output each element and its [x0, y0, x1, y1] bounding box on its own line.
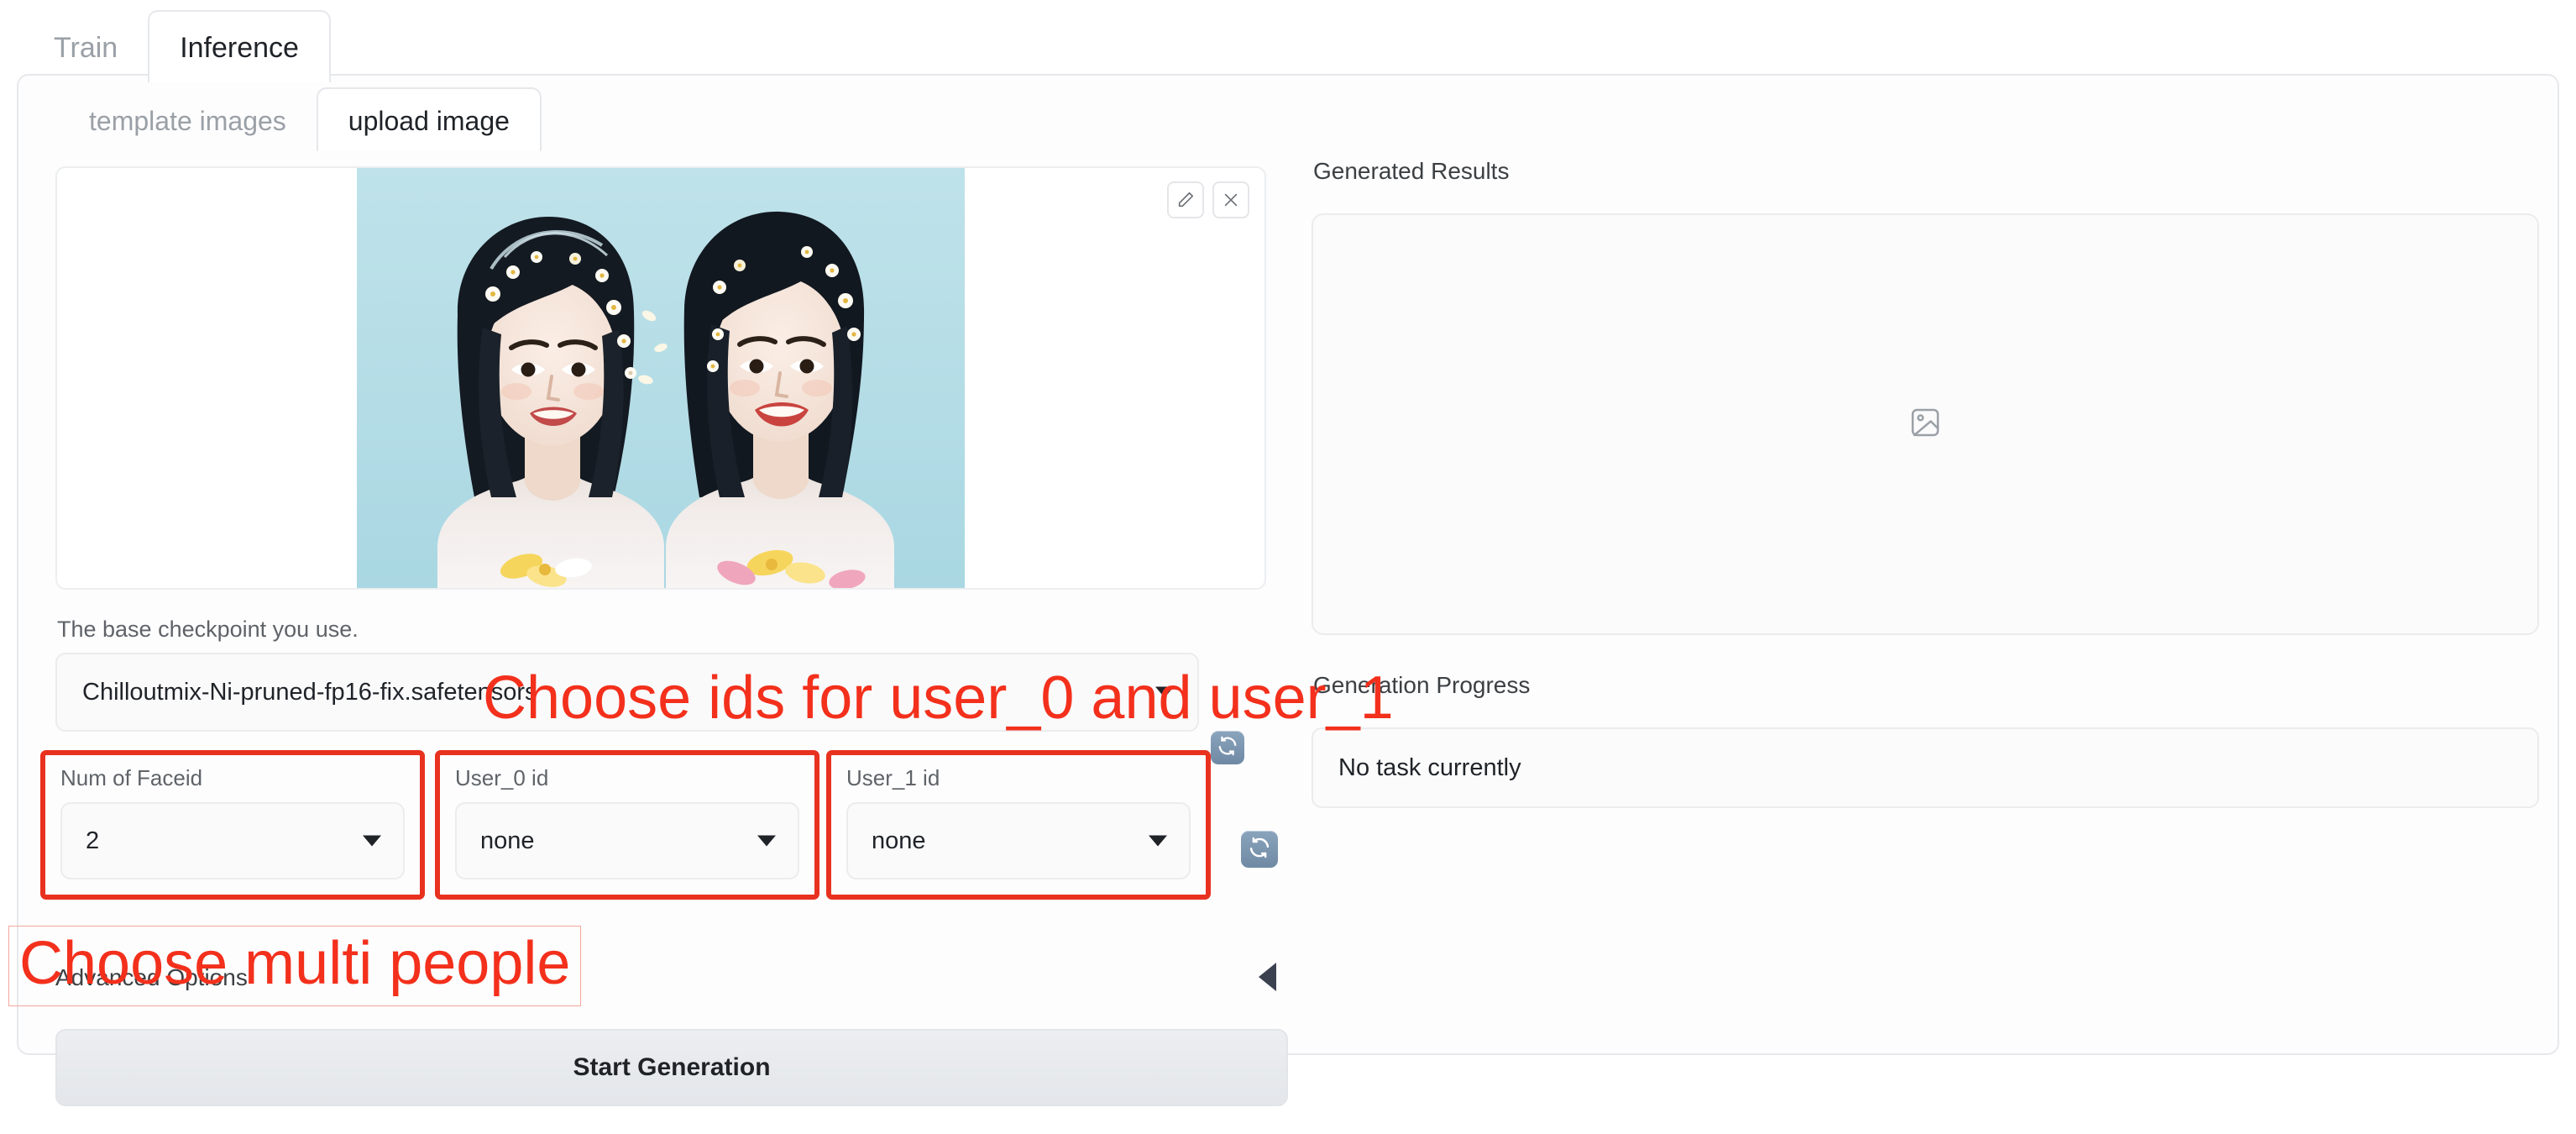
num-faceid-label: Num of Faceid	[60, 765, 203, 790]
user0-label: User_0 id	[455, 765, 549, 790]
chevron-down-icon	[363, 835, 381, 847]
generated-results-label: Generated Results	[1313, 158, 1510, 184]
inference-panel: template images upload image The base ch…	[17, 74, 2559, 1106]
close-icon	[1222, 191, 1240, 209]
faceid-row: Num of Faceid 2 User_0 id none User_1 id	[40, 750, 1290, 901]
annotation-choose-ids: Choose ids for user_0 and user_1	[483, 664, 1394, 732]
chevron-down-icon	[757, 835, 776, 847]
num-faceid-highlight: Num of Faceid 2	[40, 750, 425, 900]
tab-inference[interactable]: Inference	[148, 10, 331, 82]
upload-mode-tab-bar: template images upload image	[59, 87, 542, 151]
refresh-ids-button[interactable]	[1241, 831, 1278, 868]
user0-dropdown[interactable]: none	[455, 802, 799, 879]
refresh-icon	[1217, 735, 1238, 761]
app-root: Train Inference template images upload i…	[0, 0, 2576, 1134]
remove-image-button[interactable]	[1212, 181, 1249, 218]
generated-results-gallery[interactable]	[1312, 213, 2539, 635]
generation-progress-label: Generation Progress	[1313, 672, 1531, 698]
start-generation-button[interactable]: Start Generation	[55, 1029, 1288, 1106]
user0-value: none	[480, 827, 535, 854]
triangle-left-icon[interactable]	[1259, 963, 1276, 991]
refresh-icon	[1248, 836, 1271, 864]
edit-image-button[interactable]	[1167, 181, 1204, 218]
pencil-icon	[1176, 191, 1195, 209]
image-placeholder-icon	[1908, 406, 1942, 444]
num-faceid-value: 2	[86, 827, 100, 854]
uploaded-image-container[interactable]	[55, 166, 1266, 590]
main-tab-bar: Train Inference	[0, 0, 2576, 82]
annotation-choose-multi-people: Choose multi people	[8, 926, 582, 1006]
checkpoint-label: The base checkpoint you use.	[57, 617, 359, 642]
user1-label: User_1 id	[846, 765, 940, 790]
generation-progress-value: No task currently	[1338, 753, 1521, 781]
right-column: Generated Results Generation Progress No…	[1312, 160, 2539, 808]
chevron-down-icon	[1149, 835, 1167, 847]
generation-progress-box: No task currently	[1312, 727, 2539, 808]
user0-highlight: User_0 id none	[435, 750, 819, 900]
user1-dropdown[interactable]: none	[846, 802, 1191, 879]
checkpoint-value: Chilloutmix-Ni-pruned-fp16-fix.safetenso…	[82, 678, 537, 706]
refresh-checkpoint-button[interactable]	[1211, 731, 1244, 764]
user1-value: none	[872, 827, 926, 854]
image-toolbar	[1167, 181, 1249, 218]
uploaded-photo	[357, 168, 965, 588]
tab-template-images[interactable]: template images	[59, 108, 317, 150]
user1-highlight: User_1 id none	[826, 750, 1211, 900]
tab-upload-image[interactable]: upload image	[316, 87, 542, 151]
left-column: The base checkpoint you use. Chilloutmix…	[40, 166, 1290, 901]
num-faceid-dropdown[interactable]: 2	[60, 802, 405, 879]
